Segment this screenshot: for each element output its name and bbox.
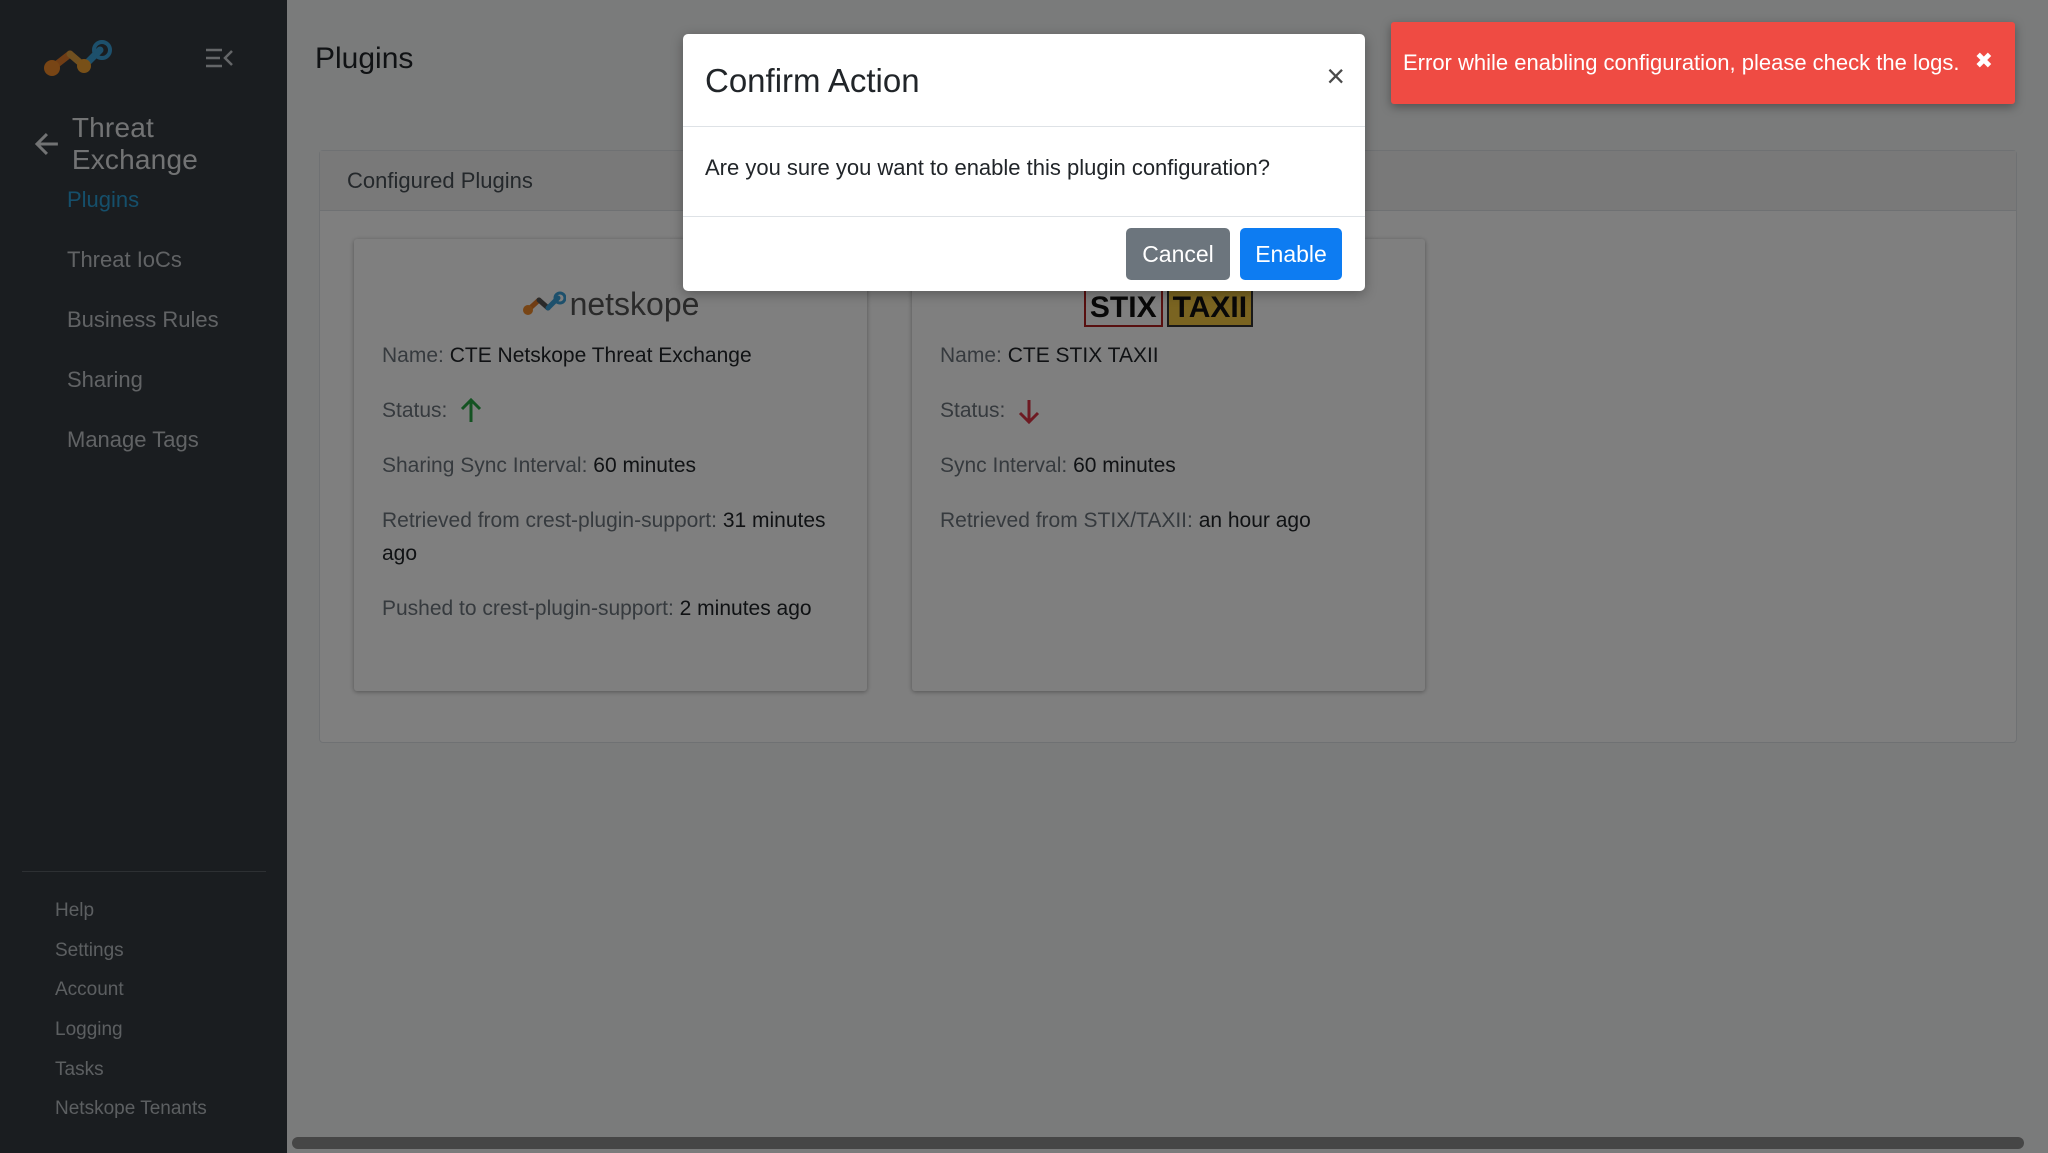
confirm-action-modal: Confirm Action × Are you sure you want t…	[683, 34, 1365, 291]
modal-header: Confirm Action ×	[683, 34, 1365, 127]
toast-message: Error while enabling configuration, plea…	[1403, 50, 1960, 75]
modal-close-icon[interactable]: ×	[1326, 60, 1345, 92]
cancel-button[interactable]: Cancel	[1126, 228, 1230, 280]
toast-close-icon[interactable]: ✖	[1975, 48, 1993, 74]
error-toast: Error while enabling configuration, plea…	[1391, 22, 2015, 104]
modal-footer: Cancel Enable	[683, 217, 1365, 290]
modal-body-text: Are you sure you want to enable this plu…	[683, 127, 1365, 217]
modal-title: Confirm Action	[705, 62, 920, 99]
enable-button[interactable]: Enable	[1240, 228, 1342, 280]
